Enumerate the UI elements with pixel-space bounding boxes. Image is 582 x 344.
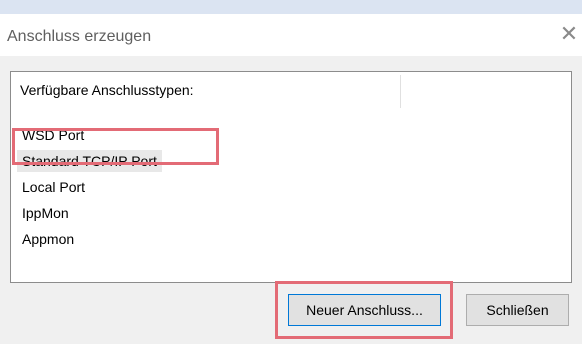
dialog-title: Anschluss erzeugen bbox=[7, 28, 152, 45]
list-item-standard-tcp-ip-port[interactable]: Standard TCP/IP Port bbox=[17, 150, 162, 172]
column-separator bbox=[400, 75, 401, 108]
list-item-appmon[interactable]: Appmon bbox=[17, 228, 79, 250]
new-port-button[interactable]: Neuer Anschluss... bbox=[288, 294, 441, 326]
close-icon[interactable]: ✕ bbox=[558, 24, 580, 46]
list-item-ippmon[interactable]: IppMon bbox=[17, 202, 74, 224]
list-item-local-port[interactable]: Local Port bbox=[17, 176, 90, 198]
list-header: Verfügbare Anschlusstypen: bbox=[20, 82, 194, 98]
dialog-body: Verfügbare Anschlusstypen: WSD Port Stan… bbox=[0, 56, 582, 344]
close-button[interactable]: Schließen bbox=[466, 294, 569, 326]
create-port-dialog: Anschluss erzeugen ✕ Verfügbare Anschlus… bbox=[0, 14, 582, 344]
list-item-wsd-port[interactable]: WSD Port bbox=[17, 124, 89, 146]
port-type-list[interactable]: Verfügbare Anschlusstypen: WSD Port Stan… bbox=[10, 71, 572, 283]
title-bar[interactable]: Anschluss erzeugen ✕ bbox=[0, 14, 582, 56]
